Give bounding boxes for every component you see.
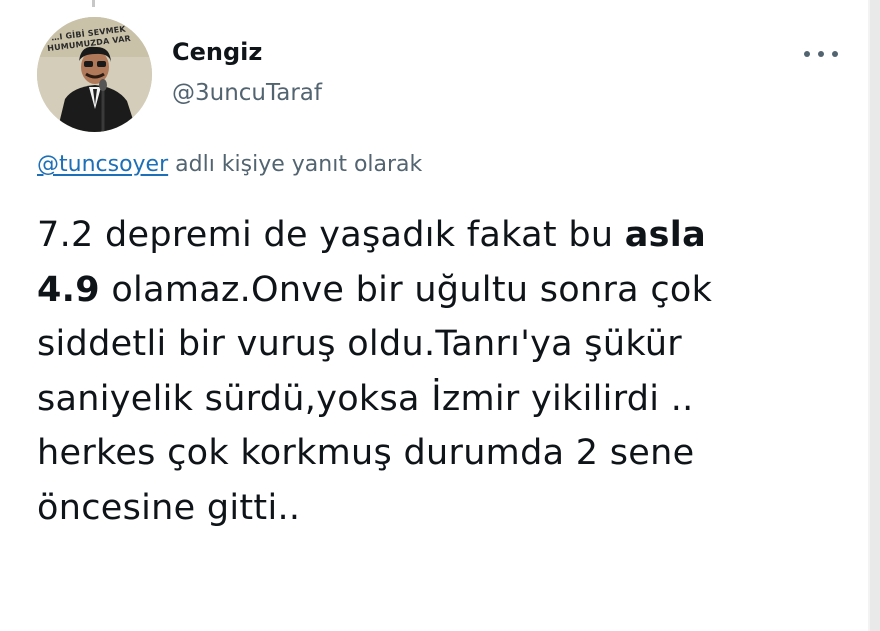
top-divider-mark bbox=[92, 0, 95, 7]
more-dot bbox=[818, 51, 824, 57]
more-dot bbox=[804, 51, 810, 57]
reply-context: @tuncsoyer adlı kişiye yanıt olarak bbox=[37, 152, 422, 177]
tweet-text: 7.2 depremi de yaşadık fakat bu asla 4.9… bbox=[37, 208, 857, 535]
display-name[interactable]: Cengiz bbox=[172, 38, 262, 66]
tweet-line-4: saniyelik sürdü,yoksa İzmir yikilirdi .. bbox=[37, 378, 694, 419]
tweet-text-segment: 7.2 depremi de yaşadık fakat bu bbox=[37, 215, 625, 255]
tweet-line-3: siddetli bir vuruş oldu.Tanrı'ya şükür bbox=[37, 324, 682, 364]
more-dot bbox=[832, 51, 838, 57]
reply-mention-link[interactable]: @tuncsoyer bbox=[37, 152, 168, 177]
tweet-line-1: 7.2 depremi de yaşadık fakat bu asla bbox=[37, 208, 857, 263]
tweet-bold-segment: 4.9 bbox=[37, 269, 100, 310]
tweet-page: …I GİBİ SEVMEK HUMUMUZDA VAR Cengiz @3un… bbox=[0, 0, 880, 631]
tweet-line-6: öncesine gitti.. bbox=[37, 487, 301, 528]
tweet-line-5: herkes çok korkmuş durumda 2 sene bbox=[37, 433, 695, 473]
reply-context-text: adlı kişiye yanıt olarak bbox=[168, 152, 423, 177]
user-handle[interactable]: @3uncuTaraf bbox=[172, 80, 322, 106]
more-options-icon[interactable] bbox=[801, 42, 841, 66]
tweet-text-segment: olamaz.Onve bir uğultu sonra çok bbox=[99, 269, 713, 310]
tweet-bold-segment: asla bbox=[624, 215, 707, 255]
tweet-line-2: 4.9 olamaz.Onve bir uğultu sonra çok bbox=[37, 263, 857, 318]
right-edge bbox=[870, 0, 880, 631]
avatar[interactable]: …I GİBİ SEVMEK HUMUMUZDA VAR bbox=[37, 17, 152, 132]
